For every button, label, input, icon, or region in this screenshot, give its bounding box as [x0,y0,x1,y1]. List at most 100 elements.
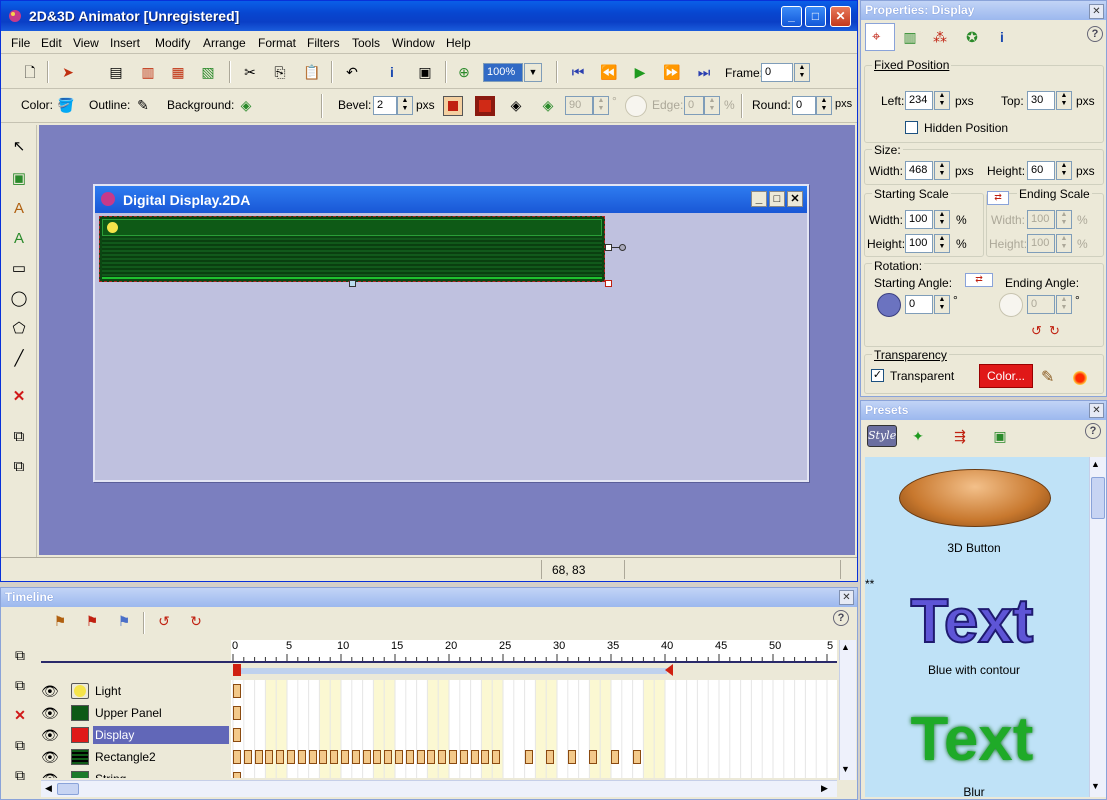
edge-input[interactable]: 0 [684,96,704,115]
keyframe[interactable] [427,750,436,764]
keyframe[interactable] [481,750,490,764]
effects-tab-icon[interactable]: ⁂ [929,26,951,48]
keyframe[interactable] [459,750,468,764]
layer-row-display[interactable]: 👁 Display [37,724,231,746]
rectangle2-object[interactable] [102,238,602,279]
menu-tools[interactable]: Tools [352,36,380,50]
visibility-eye-icon[interactable]: 👁 [41,727,63,743]
keyframe[interactable] [351,750,360,764]
properties-icon[interactable]: ▣ [414,61,436,83]
upper-panel-object[interactable] [102,219,602,236]
rotation-toggle-icon[interactable]: ⇄ [965,273,993,287]
visibility-eye-icon[interactable]: 👁 [41,749,63,765]
rotate-cw-icon[interactable]: ↻ [1049,323,1060,339]
insert-3d-text-icon[interactable]: A [9,229,29,249]
play-icon[interactable]: ▶ [629,61,651,83]
loop-start-icon[interactable]: ↺ [153,610,175,632]
keyframe[interactable] [233,772,241,778]
save-icon[interactable]: ▤ [105,61,127,83]
publish-icon[interactable]: ▦ [167,61,189,83]
menu-file[interactable]: File [11,36,30,50]
bring-forward-icon[interactable]: ⧉ [9,427,29,447]
rotation-handle[interactable] [619,244,626,251]
keyframe[interactable] [330,750,339,764]
resize-handle-right[interactable] [605,244,612,251]
scroll-up-arrow[interactable]: ▲ [1091,459,1100,469]
end-scale-height-spinner[interactable]: ▲ ▼ [1056,234,1072,253]
keyframe[interactable] [589,750,598,764]
frame-spinner[interactable]: ▲ ▼ [794,63,810,82]
round-spinner[interactable]: ▲ ▼ [816,96,832,115]
actions-tab-icon[interactable]: ✪ [961,26,983,48]
zoom-icon[interactable]: ⊕ [453,61,475,83]
presets-help-icon[interactable]: ? [1085,423,1101,439]
scroll-right-arrow[interactable]: ▶ [821,783,828,794]
start-scale-width-input[interactable]: 100 [905,210,933,229]
preview-icon[interactable]: ▧ [197,61,219,83]
left-input[interactable]: 234 [905,91,933,110]
keyframe[interactable] [297,750,306,764]
transparent-checkbox[interactable]: ✓ [871,369,884,382]
rotate-ccw-icon[interactable]: ↺ [1031,323,1042,339]
copy-icon[interactable]: ⎘ [269,61,291,83]
ending-angle-dial[interactable] [999,293,1023,317]
left-spinner[interactable]: ▲ ▼ [934,91,950,110]
playback-range[interactable] [241,668,667,674]
ending-angle-spinner[interactable]: ▲ ▼ [1056,295,1072,314]
layer-down-icon[interactable]: ⧉ [9,674,31,696]
presets-close-button[interactable]: ✕ [1089,403,1104,418]
keyframe[interactable] [632,750,641,764]
keyframe[interactable] [233,684,241,698]
layer-up-icon[interactable]: ⧉ [9,644,31,666]
menu-help[interactable]: Help [446,36,471,50]
keyframe[interactable] [233,750,241,764]
scroll-thumb[interactable] [57,783,79,795]
end-marker[interactable] [665,664,673,676]
position-tab[interactable]: ⌖ [865,23,895,51]
menu-view[interactable]: View [73,36,99,50]
keyframe[interactable] [233,728,241,742]
delete-icon[interactable]: ✕ [9,387,29,407]
document-window[interactable]: Digital Display.2DA _ □ ✕ [93,184,809,482]
gradient-start-icon[interactable]: ◈ [505,94,527,116]
starting-angle-dial[interactable] [877,293,901,317]
preset-item-blue-with-contour[interactable]: Text ** Blue with contour [865,577,1089,697]
insert-polygon-icon[interactable]: ⬠ [9,319,29,339]
timeline-help-icon[interactable]: ? [833,610,849,626]
starting-angle-spinner[interactable]: ▲ ▼ [934,295,950,314]
keyframe[interactable] [611,750,619,764]
keyframe[interactable] [405,750,414,764]
timeline-close-button[interactable]: ✕ [839,590,854,605]
preset-item-3d-button[interactable]: 3D Button [865,457,1089,567]
undo-icon[interactable]: ↶ [341,61,363,83]
end-scale-width-input[interactable]: 100 [1027,210,1055,229]
keyframe[interactable] [524,750,533,764]
insert-text-icon[interactable]: A [9,199,29,219]
paste-icon[interactable]: 📋 [301,61,323,83]
send-backward-icon[interactable]: ⧉ [9,457,29,477]
light-object[interactable] [107,222,118,233]
effects-presets-tab-icon[interactable]: ✦ [907,425,929,447]
keyframe[interactable] [308,750,317,764]
keyframe[interactable] [373,750,382,764]
keyframe[interactable] [362,750,371,764]
add-frame-icon[interactable]: ⚑ [81,610,103,632]
select-pointer-icon[interactable]: ↖ [9,137,29,157]
ending-angle-input[interactable]: 0 [1027,295,1055,314]
keyframe[interactable] [438,750,447,764]
preset-item-blur[interactable]: Text Blur [865,701,1089,797]
menu-insert[interactable]: Insert [110,36,140,50]
layer-row-light[interactable]: 👁 Light [37,680,231,702]
keyframe[interactable] [470,750,479,764]
scroll-up-arrow[interactable]: ▲ [841,642,850,652]
color-button[interactable]: Color... [979,364,1033,388]
starting-angle-input[interactable]: 0 [905,295,933,314]
angle-dial[interactable] [625,95,647,117]
first-frame-icon[interactable]: ⏪ [598,61,620,83]
keyframe[interactable] [567,750,576,764]
start-scale-height-spinner[interactable]: ▲ ▼ [934,234,950,253]
timeline-vertical-scrollbar[interactable]: ▲ ▼ [839,640,856,780]
start-scale-width-spinner[interactable]: ▲ ▼ [934,210,950,229]
eyedropper-icon[interactable]: ✎ [1041,367,1054,387]
maximize-button[interactable]: □ [805,6,826,27]
